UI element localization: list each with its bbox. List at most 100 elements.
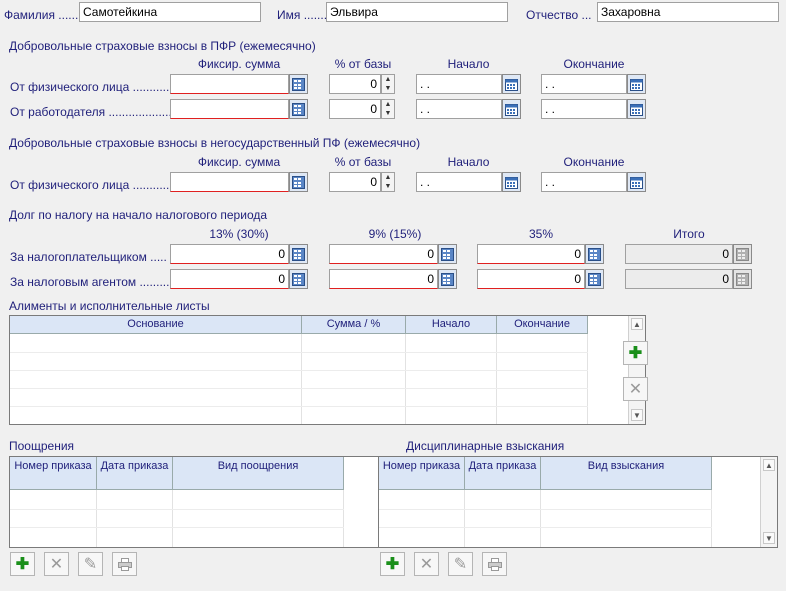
- calculator-icon[interactable]: [438, 269, 457, 289]
- pfr-row2-fixed-input[interactable]: [170, 99, 289, 119]
- grid-line: [10, 527, 344, 528]
- pfr-row1-label: От физического лица .............: [10, 80, 176, 94]
- alimony-scrollbar[interactable]: ▲ ▼: [628, 316, 645, 424]
- pfr-row1-percent-spinner[interactable]: ▲ ▼: [381, 74, 395, 94]
- calculator-icon[interactable]: [438, 244, 457, 264]
- npf-row1-start-date[interactable]: . .: [416, 172, 502, 192]
- npf-row1-percent-spinner[interactable]: ▲ ▼: [381, 172, 395, 192]
- calendar-icon[interactable]: [627, 99, 646, 119]
- alimony-col-basis[interactable]: Основание: [10, 316, 302, 334]
- add-alimony-button[interactable]: ✚: [623, 341, 648, 365]
- rewards-table[interactable]: Номер приказа Дата приказа Вид поощрения: [9, 456, 379, 548]
- pfr-row1-end-date[interactable]: . .: [541, 74, 627, 94]
- grid-line: [301, 334, 302, 424]
- calendar-icon[interactable]: [627, 74, 646, 94]
- calendar-icon[interactable]: [502, 172, 521, 192]
- calendar-icon[interactable]: [502, 99, 521, 119]
- penalties-col-type[interactable]: Вид взыскания: [541, 457, 712, 490]
- debt-col-13: 13% (30%): [209, 227, 269, 241]
- grid-line: [172, 490, 173, 547]
- pfr-col-percent: % от базы: [334, 57, 392, 71]
- calculator-icon[interactable]: [289, 172, 308, 192]
- debt-row1-13-input[interactable]: 0: [170, 244, 289, 264]
- grid-line: [464, 490, 465, 547]
- pfr-row2-end-date[interactable]: . .: [541, 99, 627, 119]
- edit-penalty-button[interactable]: ✎: [448, 552, 473, 576]
- scroll-down-icon[interactable]: ▼: [763, 532, 775, 544]
- delete-penalty-button[interactable]: ✕: [414, 552, 439, 576]
- name-field[interactable]: Эльвира: [326, 2, 508, 22]
- rewards-col-order-date[interactable]: Дата приказа: [97, 457, 173, 490]
- debt-row2-total: 0: [625, 269, 733, 289]
- penalties-scrollbar[interactable]: ▲ ▼: [760, 457, 777, 547]
- printer-icon: [487, 557, 502, 571]
- npf-row1-label: От физического лица .............: [10, 178, 176, 192]
- name-label: Имя .......: [277, 8, 328, 22]
- debt-row2-35-input[interactable]: 0: [477, 269, 585, 289]
- scroll-up-icon[interactable]: ▲: [763, 459, 775, 471]
- debt-row2-9-input[interactable]: 0: [329, 269, 438, 289]
- debt-row1-9-input[interactable]: 0: [329, 244, 438, 264]
- npf-row1-end-date[interactable]: . .: [541, 172, 627, 192]
- npf-section-title: Добровольные страховые взносы в негосуда…: [9, 136, 421, 150]
- close-icon: ✕: [49, 556, 64, 573]
- alimony-col-end[interactable]: Окончание: [497, 316, 588, 334]
- calculator-icon[interactable]: [585, 269, 604, 289]
- penalties-table[interactable]: Номер приказа Дата приказа Вид взыскания…: [378, 456, 778, 548]
- pfr-row2-percent-input[interactable]: 0: [329, 99, 381, 119]
- alimony-col-amount[interactable]: Сумма / %: [302, 316, 406, 334]
- grid-line: [10, 352, 588, 353]
- add-reward-button[interactable]: ✚: [10, 552, 35, 576]
- grid-line: [587, 334, 588, 424]
- alimony-col-start[interactable]: Начало: [406, 316, 497, 334]
- edit-reward-button[interactable]: ✎: [78, 552, 103, 576]
- calendar-icon[interactable]: [627, 172, 646, 192]
- grid-line: [10, 406, 588, 407]
- add-penalty-button[interactable]: ✚: [380, 552, 405, 576]
- plus-icon: ✚: [385, 556, 400, 573]
- debt-col-35: 35%: [528, 227, 554, 241]
- calculator-icon[interactable]: [585, 244, 604, 264]
- rewards-col-order-number[interactable]: Номер приказа: [10, 457, 97, 490]
- delete-reward-button[interactable]: ✕: [44, 552, 69, 576]
- grid-line: [540, 490, 541, 547]
- pfr-row2-start-date[interactable]: . .: [416, 99, 502, 119]
- pfr-row1-fixed-input[interactable]: [170, 74, 289, 94]
- patronymic-field[interactable]: Захаровна: [597, 2, 779, 22]
- pfr-row1-percent-input[interactable]: 0: [329, 74, 381, 94]
- scroll-down-icon[interactable]: ▼: [631, 409, 643, 421]
- printer-icon: [117, 557, 132, 571]
- grid-line: [711, 490, 712, 547]
- calculator-icon: [733, 269, 752, 289]
- npf-row1-fixed-input[interactable]: [170, 172, 289, 192]
- pfr-row1-start-date[interactable]: . .: [416, 74, 502, 94]
- calculator-icon[interactable]: [289, 269, 308, 289]
- close-icon: ✕: [628, 381, 643, 398]
- pfr-row2-percent-spinner[interactable]: ▲ ▼: [381, 99, 395, 119]
- calculator-icon[interactable]: [289, 99, 308, 119]
- grid-line: [343, 490, 344, 547]
- npf-col-start: Начало: [447, 155, 490, 169]
- calendar-icon[interactable]: [502, 74, 521, 94]
- delete-alimony-button[interactable]: ✕: [623, 377, 648, 401]
- alimony-table[interactable]: Основание Сумма / % Начало Окончание ▲ ▼: [9, 315, 646, 425]
- debt-row2-13-input[interactable]: 0: [170, 269, 289, 289]
- npf-row1-percent-input[interactable]: 0: [329, 172, 381, 192]
- surname-field[interactable]: Самотейкина: [79, 2, 261, 22]
- pfr-section-title: Добровольные страховые взносы в ПФР (еже…: [9, 39, 316, 53]
- print-penalty-button[interactable]: [482, 552, 507, 576]
- npf-col-end: Окончание: [563, 155, 625, 169]
- pfr-col-end: Окончание: [563, 57, 625, 71]
- penalties-col-order-date[interactable]: Дата приказа: [465, 457, 541, 490]
- calculator-icon[interactable]: [289, 74, 308, 94]
- penalties-col-order-number[interactable]: Номер приказа: [379, 457, 465, 490]
- debt-row1-35-input[interactable]: 0: [477, 244, 585, 264]
- pfr-row2-label: От работодателя ....................: [10, 105, 176, 119]
- scroll-up-icon[interactable]: ▲: [631, 318, 643, 330]
- rewards-col-type[interactable]: Вид поощрения: [173, 457, 344, 490]
- grid-line: [10, 370, 588, 371]
- grid-line: [496, 334, 497, 424]
- print-reward-button[interactable]: [112, 552, 137, 576]
- calculator-icon: [733, 244, 752, 264]
- calculator-icon[interactable]: [289, 244, 308, 264]
